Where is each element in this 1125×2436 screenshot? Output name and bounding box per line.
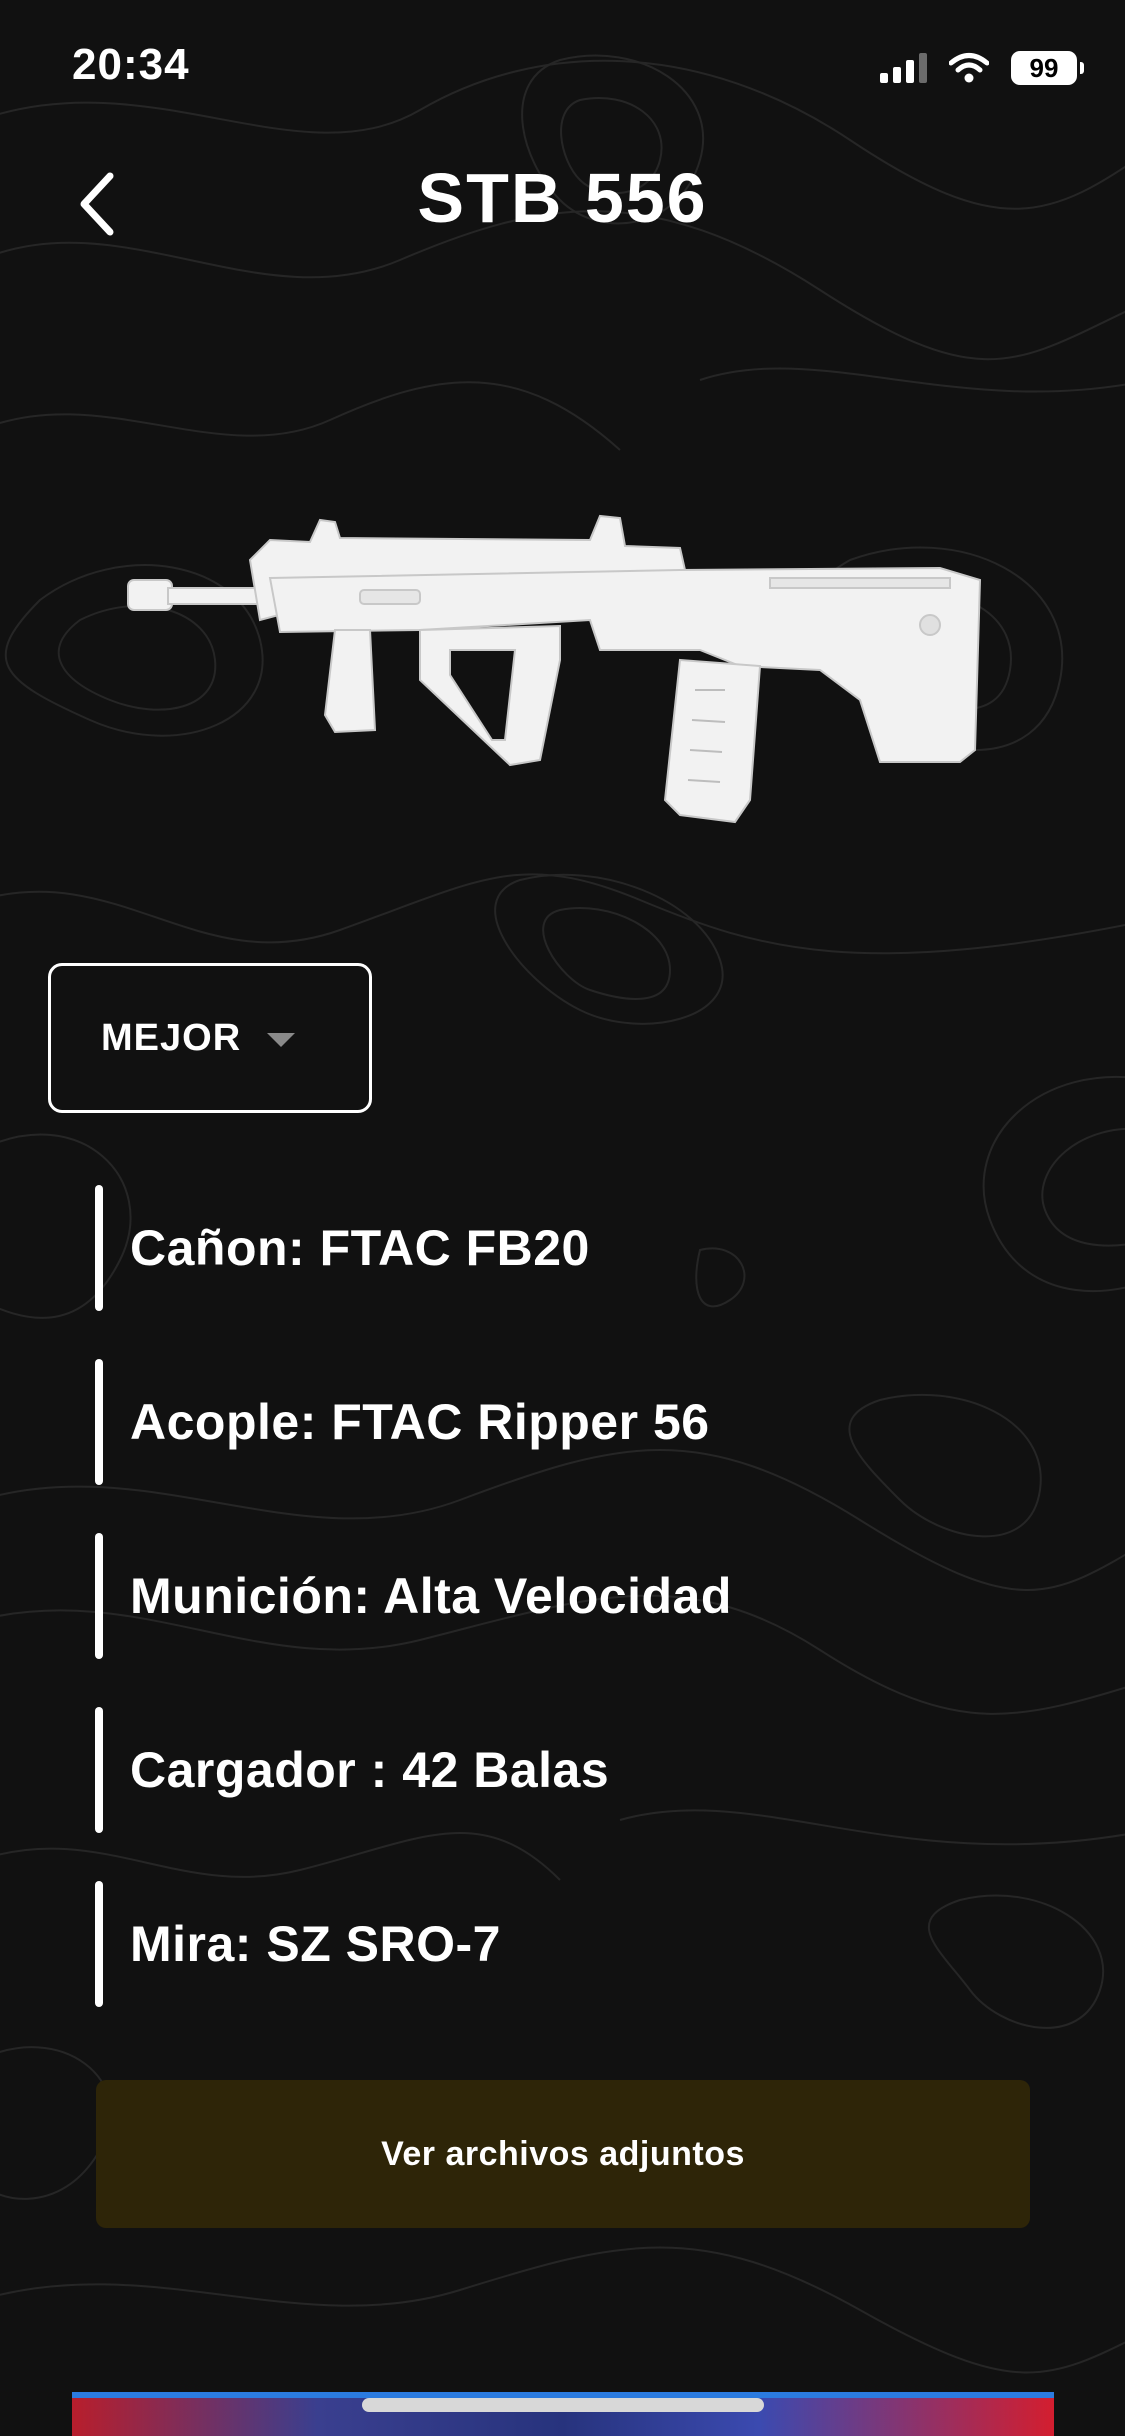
attachment-accent-bar	[95, 1185, 103, 1311]
attachment-accent-bar	[95, 1881, 103, 2007]
caret-down-icon	[267, 1033, 296, 1047]
page-title: STB 556	[417, 159, 708, 237]
dropdown-selected-label: MEJOR	[101, 1016, 242, 1059]
attachment-item: Mira: SZ SRO-7	[95, 1881, 1055, 2007]
attachment-item: Cargador : 42 Balas	[95, 1707, 1055, 1833]
attachment-text: Munición: Alta Velocidad	[130, 1568, 732, 1624]
attachment-text: Mira: SZ SRO-7	[130, 1916, 501, 1972]
battery-level: 99	[1029, 52, 1059, 83]
loadout-dropdown[interactable]: MEJOR	[48, 963, 372, 1113]
attachment-accent-bar	[95, 1707, 103, 1833]
wifi-icon	[949, 53, 989, 83]
attachment-accent-bar	[95, 1533, 103, 1659]
attachment-text: Cargador : 42 Balas	[130, 1742, 610, 1798]
attachment-item: Acople: FTAC Ripper 56	[95, 1359, 1055, 1485]
attachment-text: Acople: FTAC Ripper 56	[130, 1394, 710, 1450]
attachment-item: Cañon: FTAC FB20	[95, 1185, 1055, 1311]
view-attachments-button[interactable]: Ver archivos adjuntos	[96, 2080, 1030, 2228]
attachment-item: Munición: Alta Velocidad	[95, 1533, 1055, 1659]
attachments-list: Cañon: FTAC FB20 Acople: FTAC Ripper 56 …	[95, 1185, 1055, 2055]
status-icons: 99	[880, 48, 1084, 88]
home-indicator[interactable]	[362, 2398, 764, 2412]
view-attachments-label: Ver archivos adjuntos	[381, 2134, 745, 2173]
attachment-text: Cañon: FTAC FB20	[130, 1220, 590, 1276]
weapon-image	[127, 514, 982, 824]
attachment-accent-bar	[95, 1359, 103, 1485]
battery-icon: 99	[1011, 51, 1084, 85]
status-time: 20:34	[72, 40, 190, 89]
cellular-signal-icon	[880, 53, 927, 83]
